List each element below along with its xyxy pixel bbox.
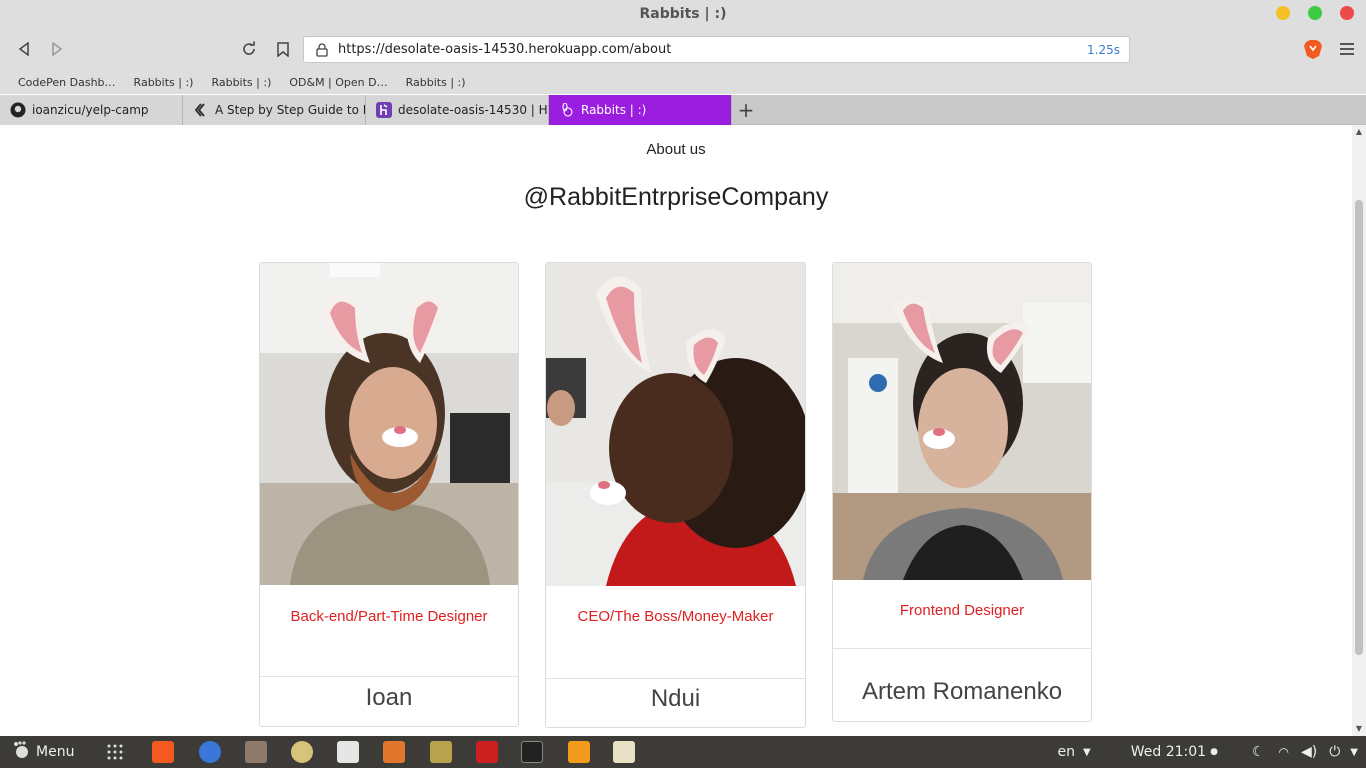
bookmark-icon <box>277 41 289 57</box>
tab-strip: ioanzicu/yelp-camp A Step by Step Guide … <box>0 95 1366 125</box>
back-button[interactable] <box>13 38 35 60</box>
member-name: Ndui <box>650 685 701 712</box>
bookmark-item[interactable]: Rabbits | :) <box>211 76 271 89</box>
page-content: About us @RabbitEntrpriseCompany Back-en… <box>0 125 1352 736</box>
forward-button[interactable] <box>46 38 68 60</box>
power-icon[interactable]: ⏻ <box>1329 744 1340 760</box>
start-menu-button[interactable]: Menu <box>12 741 74 763</box>
new-tab-button[interactable]: + <box>732 95 760 125</box>
address-bar[interactable]: https://desolate-oasis-14530.herokuapp.c… <box>303 36 1130 63</box>
forward-icon <box>52 42 63 56</box>
member-photo <box>260 263 518 585</box>
member-role: Back-end/Part-Time Designer <box>290 608 488 625</box>
gnome-foot-icon <box>12 741 30 763</box>
bookmark-item[interactable]: OD&M | Open D… <box>289 76 387 89</box>
notification-dot-icon: ● <box>1210 747 1218 757</box>
tray-chevron-down-icon[interactable]: ▼ <box>1350 747 1358 758</box>
member-photo <box>833 263 1091 580</box>
tab-label: Rabbits | :) <box>581 103 647 117</box>
maximize-button[interactable] <box>1308 6 1322 20</box>
tab-heroku[interactable]: desolate-oasis-14530 | Her <box>366 95 549 125</box>
window-controls <box>1276 6 1354 20</box>
member-role: Frontend Designer <box>899 602 1025 619</box>
heroku-icon <box>376 102 392 118</box>
bookmark-item[interactable]: Rabbits | :) <box>134 76 194 89</box>
sublime-text-icon[interactable] <box>568 741 590 763</box>
night-mode-icon[interactable]: ☾ <box>1252 744 1265 760</box>
member-role: CEO/The Boss/Money-Maker <box>577 608 774 625</box>
wifi-icon[interactable]: ◠ <box>1279 745 1289 759</box>
tab-label: desolate-oasis-14530 | Her <box>398 103 548 117</box>
bookmark-item[interactable]: CodePen Dashb… <box>18 76 116 89</box>
system-taskbar: Menu en ▼ Wed 21:01 ● ☾ ◠ ◀) ⏻ ▼ <box>0 736 1366 768</box>
member-card: CEO/The Boss/Money-Maker Ndui <box>545 262 806 728</box>
plus-icon: + <box>737 98 755 122</box>
volume-icon[interactable]: ◀) <box>1301 744 1317 760</box>
menu-label: Menu <box>36 744 75 760</box>
load-time: 1.25s <box>1087 42 1120 57</box>
document-icon[interactable] <box>337 741 359 763</box>
bookmark-item[interactable]: Rabbits | :) <box>406 76 466 89</box>
brave-icon[interactable] <box>1302 38 1324 60</box>
back-icon <box>18 42 29 56</box>
apps-grid-icon[interactable] <box>106 743 124 761</box>
member-card: Back-end/Part-Time Designer Ioan <box>259 262 519 727</box>
card-divider <box>833 648 1091 649</box>
company-name: @RabbitEntrpriseCompany <box>523 183 829 211</box>
minimize-button[interactable] <box>1276 6 1290 20</box>
brave-taskbar-icon[interactable] <box>152 741 174 763</box>
member-card: Frontend Designer Artem Romanenko <box>832 262 1092 722</box>
clock[interactable]: Wed 21:01 <box>1131 744 1206 760</box>
tab-rabbits[interactable]: Rabbits | :) <box>549 95 732 125</box>
rabbit-icon <box>559 102 575 118</box>
archive-icon[interactable] <box>430 741 452 763</box>
notes-icon[interactable] <box>613 741 635 763</box>
bookmarks-bar: CodePen Dashb… Rabbits | :) Rabbits | :)… <box>0 70 1366 94</box>
github-icon <box>10 102 26 118</box>
card-divider <box>260 676 518 677</box>
lock-icon <box>316 42 330 57</box>
scroll-up-arrow-icon[interactable]: ▲ <box>1352 125 1366 139</box>
red-app-icon[interactable] <box>476 741 498 763</box>
reload-icon <box>243 41 255 55</box>
window-titlebar: Rabbits | :) <box>0 0 1366 28</box>
card-divider <box>546 678 805 679</box>
chromium-icon[interactable] <box>199 741 221 763</box>
software-center-icon[interactable] <box>383 741 405 763</box>
audio-player-icon[interactable] <box>291 741 313 763</box>
reload-button[interactable] <box>238 38 260 60</box>
member-photo <box>546 263 805 586</box>
chevron-down-icon[interactable]: ▼ <box>1083 747 1091 758</box>
window-title: Rabbits | :) <box>639 6 727 22</box>
tab-label: ioanzicu/yelp-camp <box>32 103 149 117</box>
bookmark-button[interactable] <box>272 38 294 60</box>
tab-label: A Step by Step Guide to Bu <box>215 103 365 117</box>
url-text[interactable]: https://desolate-oasis-14530.herokuapp.c… <box>338 42 1087 57</box>
stepper-icon <box>193 102 209 118</box>
scrollbar-thumb[interactable] <box>1355 200 1363 655</box>
close-window-button[interactable] <box>1340 6 1354 20</box>
navigation-bar: https://desolate-oasis-14530.herokuapp.c… <box>0 28 1366 70</box>
tab-step-guide[interactable]: A Step by Step Guide to Bu <box>183 95 366 125</box>
browser-menu-button[interactable] <box>1340 40 1354 58</box>
member-name: Ioan <box>365 684 413 711</box>
system-tray: en ▼ Wed 21:01 ● ☾ ◠ ◀) ⏻ ▼ <box>1058 736 1366 768</box>
file-manager-icon[interactable] <box>245 741 267 763</box>
language-indicator[interactable]: en <box>1058 744 1076 760</box>
member-name: Artem Romanenko <box>861 678 1063 705</box>
tab-yelp-camp[interactable]: ioanzicu/yelp-camp <box>0 95 183 125</box>
page-scrollbar[interactable]: ▲ ▼ <box>1352 125 1366 736</box>
scroll-down-arrow-icon[interactable]: ▼ <box>1352 722 1366 736</box>
terminal-icon[interactable] <box>521 741 543 763</box>
page-heading: About us <box>646 141 706 158</box>
